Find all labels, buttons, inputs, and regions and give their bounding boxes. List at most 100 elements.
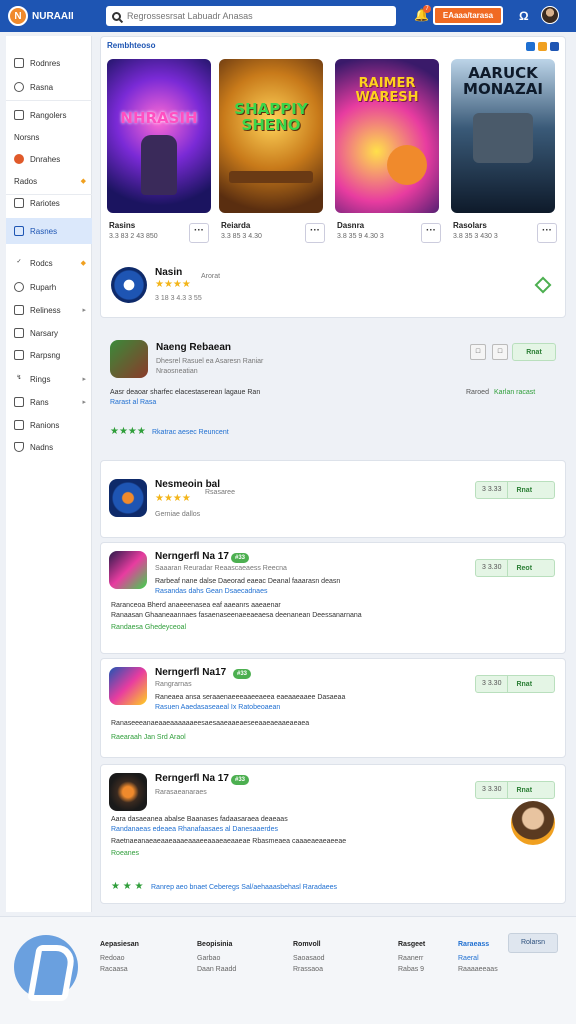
footer-column: Romvoll Saoasaod Rrassaoa — [293, 941, 325, 973]
sidebar-item-12[interactable]: Rarpsng — [6, 344, 92, 366]
price-get-button[interactable]: 3 3.30 Rnat — [475, 781, 555, 799]
app-description-2: Ranaseeeanaeaaeaaaaaaeesaesaaeaaeaeseeaa… — [111, 720, 310, 727]
game-tile-meta: 3.3 85 3 4.30 — [221, 233, 262, 240]
sidebar-item-16[interactable]: Nadns — [6, 436, 92, 458]
footer-column: Rasgeet Raanerr Rabas 9 — [398, 941, 426, 973]
app-title[interactable]: Rerngerfl Na 17 — [155, 773, 229, 784]
sidebar-item-5[interactable]: Rados ◆ — [6, 170, 92, 192]
grid-icon — [14, 198, 24, 208]
sidebar-item-14[interactable]: Rans ▸ — [6, 391, 92, 413]
game-tile[interactable]: NHRASIH — [107, 59, 211, 213]
more-options-button[interactable]: ··· — [537, 223, 557, 243]
settings-icon[interactable] — [550, 42, 559, 51]
app-tag-link[interactable]: Randaesa Ghedeyceoal — [111, 623, 186, 633]
app-description: Raneaea ansa seraaenaeeeaaeeaeea eaeaaea… — [155, 694, 346, 701]
green-rating: ★★★★ — [110, 426, 146, 437]
chevron-right-icon: ▸ — [82, 307, 86, 314]
footer-button[interactable]: Rolarsn — [508, 933, 558, 953]
more-options-button[interactable]: ··· — [421, 223, 441, 243]
headset-icon[interactable]: Ω — [519, 9, 529, 23]
promo-title: Nasin — [155, 267, 183, 278]
sidebar-item-3[interactable]: Norsns — [6, 126, 92, 148]
get-button[interactable]: Rnat — [512, 343, 556, 361]
table-icon — [14, 350, 24, 360]
check-icon: ✓ — [16, 259, 22, 265]
app-tag-link[interactable]: Roeanes — [111, 849, 139, 859]
user-avatar[interactable] — [541, 6, 559, 24]
app-subtitle: Saaaran Reuradar Reaascaeaess Reecna — [155, 565, 287, 572]
rank-badge: #33 — [231, 553, 250, 563]
sidebar-item-8[interactable]: ✓ Rodcs ◆ — [6, 252, 92, 274]
price-get-button[interactable]: 3 3.30 Rnat — [475, 675, 555, 693]
promo-app-icon[interactable] — [111, 267, 147, 303]
app-listing: Nerngerfl Na 17 #33 Saaaran Reuradar Rea… — [100, 542, 566, 654]
app-tag-link[interactable]: Raearaah Jan Srd Araol — [111, 733, 186, 743]
sidebar-item-6[interactable]: Rariotes — [6, 192, 92, 214]
more-options-button[interactable]: ··· — [305, 223, 325, 243]
clock-icon — [14, 82, 24, 92]
game-art-title: RAIMER WARESH — [355, 76, 419, 105]
app-description: Aara dasaeanea abalse Baanases fadaasara… — [111, 816, 288, 823]
gear-icon — [14, 282, 24, 292]
section-title: Rembhteoso — [107, 41, 156, 50]
reviewer-avatar[interactable] — [511, 801, 555, 845]
game-tile[interactable]: AARUCK MONAZAI — [451, 59, 555, 213]
diamond-icon[interactable] — [534, 276, 552, 294]
info-icon[interactable] — [526, 42, 535, 51]
footer-column: Aepasiesan Redoao Racaasa — [100, 941, 139, 973]
app-icon[interactable] — [109, 479, 147, 517]
sidebar: Rodnres Rasna Rangolers Norsns Dnrahes R… — [6, 36, 92, 912]
side-link[interactable]: Karlan racast — [494, 388, 535, 398]
app-logo-icon[interactable]: N — [8, 6, 28, 26]
app-icon[interactable] — [109, 667, 147, 705]
app-listing: Rerngerfl Na 17 #33 Rarasaeanaraes Aara … — [100, 764, 566, 904]
search-bar[interactable] — [106, 6, 396, 26]
sidebar-item-0[interactable]: Rodnres — [6, 52, 92, 74]
game-tile[interactable]: RAIMER WARESH — [335, 59, 439, 213]
sidebar-item-10[interactable]: Reliness ▸ — [6, 299, 92, 321]
price-get-button[interactable]: 3 3.33 Rnat — [475, 481, 555, 499]
sidebar-item-13[interactable]: ↯ Rings ▸ — [6, 368, 92, 390]
sidebar-item-9[interactable]: Ruparh — [6, 276, 92, 298]
app-subtitle-2: Nraosneatian — [156, 368, 198, 375]
star-icon[interactable] — [538, 42, 547, 51]
sidebar-item-7[interactable]: Rasnes — [6, 218, 92, 244]
app-icon[interactable] — [110, 340, 148, 378]
app-title[interactable]: Nerngerfl Na17 — [155, 667, 226, 678]
rating-text: Rkatrac aesec Reuncent — [152, 429, 229, 436]
footer-column: Raraeass Raeral Raaaaeeaas — [458, 941, 498, 973]
sidebar-item-15[interactable]: Ranions — [6, 414, 92, 436]
game-tile[interactable]: SHAPPIY SHENO — [219, 59, 323, 213]
app-icon[interactable] — [109, 551, 147, 589]
game-tile-name: Dasnra — [337, 221, 365, 230]
search-input[interactable] — [127, 11, 387, 21]
sidebar-item-11[interactable]: Narsary — [6, 322, 92, 344]
copy-icon[interactable]: □ — [492, 344, 508, 360]
app-description-3: Ranaasan Ghaaneaannaes fasaenaseenaeeaea… — [111, 612, 362, 619]
more-options-button[interactable]: ··· — [189, 223, 209, 243]
rank-badge: #33 — [233, 669, 252, 679]
game-tile-name: Reiarda — [221, 221, 251, 230]
shield-icon — [14, 442, 24, 452]
calendar-icon[interactable]: □ — [470, 344, 486, 360]
game-tile-name: Rasins — [109, 221, 136, 230]
document-icon — [14, 226, 24, 236]
app-description-link[interactable]: Rasandas dahs Gean Dsaecadnaes — [155, 587, 267, 597]
app-description-link[interactable]: Rasuen Aaedasaseaeal Ix Ratobeoaean — [155, 703, 280, 713]
sidebar-item-1[interactable]: Rasna — [6, 76, 92, 98]
app-description-link[interactable]: Rarast al Rasa — [110, 398, 156, 408]
app-icon[interactable] — [109, 773, 147, 811]
footer-logo[interactable] — [14, 935, 78, 999]
app-title[interactable]: Nerngerfl Na 17 — [155, 551, 229, 562]
top-cta-button[interactable]: EAaaa/tarasa — [433, 6, 503, 25]
sidebar-item-2[interactable]: Rangolers — [6, 104, 92, 126]
notification-bell-icon[interactable]: 🔔 7 — [414, 5, 431, 22]
sidebar-divider — [6, 100, 92, 101]
star-rating: ★★★★ — [155, 279, 191, 290]
app-description-link[interactable]: Randanaeas edeaea Rhanafaasaes al Danesa… — [111, 825, 278, 835]
sidebar-item-4[interactable]: Dnrahes — [6, 148, 92, 170]
app-title[interactable]: Naeng Rebaean — [156, 342, 231, 353]
price-get-button[interactable]: 3 3.30 Reot — [475, 559, 555, 577]
promo-subtitle: Arorat — [201, 273, 221, 280]
brand-name[interactable]: NURAAII — [32, 11, 74, 22]
